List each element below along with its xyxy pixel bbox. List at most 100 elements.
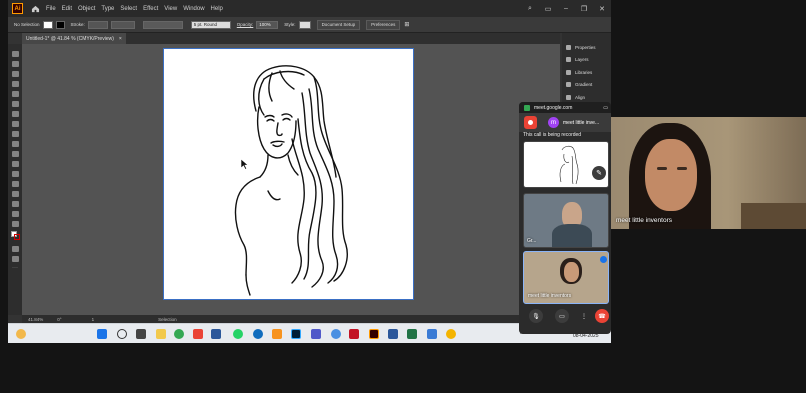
canvas-area[interactable] [22, 44, 560, 315]
panel-libraries[interactable]: Libraries [562, 66, 611, 79]
draw-mode-icon[interactable] [11, 246, 19, 252]
meeting-name: meet little inve... [563, 119, 600, 126]
layers-icon [566, 57, 571, 63]
rotation-angle[interactable]: 0° [57, 317, 61, 322]
restore-icon[interactable]: ❐ [575, 0, 593, 17]
shape-builder-tool-icon[interactable] [11, 171, 19, 177]
app-icon-2[interactable] [331, 329, 341, 339]
start-icon[interactable] [97, 329, 107, 339]
selection-tool-icon[interactable] [11, 51, 19, 57]
direct-selection-tool-icon[interactable] [11, 61, 19, 67]
align-icon[interactable]: ⊞ [404, 21, 409, 28]
zoom-tool-icon[interactable] [11, 221, 19, 227]
file-explorer-icon[interactable] [156, 329, 166, 339]
vlc-icon[interactable] [272, 329, 282, 339]
panel-properties[interactable]: Properties [562, 41, 611, 54]
end-call-icon[interactable]: ☎ [595, 309, 609, 323]
chrome-profile-icon[interactable] [446, 329, 456, 339]
menu-bar: Ai File Edit Object Type Select Effect V… [8, 0, 611, 17]
menu-effect[interactable]: Effect [143, 6, 158, 12]
menu-help[interactable]: Help [211, 6, 223, 12]
weather-icon[interactable] [16, 329, 26, 339]
eyedropper-tool-icon[interactable] [11, 161, 19, 167]
word-icon-2[interactable] [388, 329, 398, 339]
fill-swatch[interactable] [42, 20, 53, 29]
type-tool-icon[interactable] [11, 111, 19, 117]
tools-panel: ··· [8, 44, 22, 315]
more-vert-icon[interactable]: ⋮ [577, 309, 591, 323]
artboard-tool-icon[interactable] [11, 201, 19, 207]
document-tab-bar: Untitled-1* @ 41.84 % (CMYK/Preview) × [22, 33, 560, 44]
app-icon-1[interactable] [193, 329, 203, 339]
close-icon[interactable]: ✕ [593, 0, 611, 17]
task-view-icon[interactable] [136, 329, 146, 339]
curvature-tool-icon[interactable] [11, 81, 19, 87]
stroke-weight-input[interactable] [87, 20, 108, 29]
search-icon[interactable] [117, 329, 127, 339]
stroke-swatch[interactable] [55, 20, 65, 29]
excel-icon[interactable] [407, 329, 417, 339]
menu-select[interactable]: Select [120, 6, 137, 12]
rotate-tool-icon[interactable] [11, 121, 19, 127]
participant-body [552, 224, 592, 247]
edge-icon[interactable] [253, 329, 263, 339]
brush-select[interactable]: 5 pt. Round [190, 20, 231, 29]
arrange-icon[interactable]: ▭ [539, 0, 557, 17]
menu-file[interactable]: File [46, 6, 56, 12]
artboard[interactable] [163, 48, 414, 300]
panel-layers[interactable]: Layers [562, 54, 611, 67]
document-tab[interactable]: Untitled-1* @ 41.84 % (CMYK/Preview) × [22, 33, 126, 44]
illustrator-taskbar-icon[interactable] [369, 329, 379, 339]
menu-type[interactable]: Type [101, 6, 114, 12]
panel-gradient[interactable]: Gradient [562, 79, 611, 92]
eraser-tool-icon[interactable] [11, 131, 19, 137]
camera-icon[interactable]: ▭ [555, 309, 569, 323]
app-icon-4[interactable] [427, 329, 437, 339]
record-icon[interactable] [524, 116, 537, 129]
home-icon[interactable] [31, 5, 40, 13]
libraries-icon [566, 69, 571, 75]
artboard-number[interactable]: 1 [92, 317, 95, 322]
more-tools-icon[interactable]: ··· [12, 265, 19, 272]
annotate-pen-icon[interactable]: ✎ [592, 166, 606, 180]
hand-tool-icon[interactable] [11, 211, 19, 217]
more-options-icon[interactable] [600, 256, 607, 263]
menu-view[interactable]: View [164, 6, 177, 12]
screen-mode-icon[interactable] [11, 256, 19, 262]
paintbrush-tool-icon[interactable] [11, 101, 19, 107]
opacity-input[interactable]: 100% [256, 20, 279, 29]
app-icon-3[interactable] [349, 329, 359, 339]
style-swatch[interactable] [298, 20, 311, 29]
tab-close-icon[interactable]: × [119, 36, 122, 42]
rectangle-tool-icon[interactable] [11, 91, 19, 97]
opacity-label[interactable]: Opacity: [237, 22, 254, 27]
chrome-icon[interactable] [174, 329, 184, 339]
recording-notice: This call is being recorded [523, 132, 607, 141]
minimize-icon[interactable]: – [557, 0, 575, 17]
gradient-tool-icon[interactable] [11, 181, 19, 187]
participant-tile[interactable]: Gr... [523, 193, 609, 248]
scale-tool-icon[interactable] [11, 141, 19, 147]
menu-edit[interactable]: Edit [62, 6, 72, 12]
popout-icon[interactable]: ▭ [603, 105, 608, 111]
fill-stroke-icon[interactable] [10, 231, 20, 240]
self-view-tile[interactable]: meet little inventors [523, 251, 609, 304]
search-icon[interactable]: ⌕ [521, 0, 539, 17]
width-tool-icon[interactable] [11, 151, 19, 157]
teams-icon[interactable] [311, 329, 321, 339]
word-icon[interactable] [211, 329, 221, 339]
photoshop-icon[interactable] [291, 329, 301, 339]
blend-tool-icon[interactable] [11, 191, 19, 197]
mic-icon[interactable]: 🎙 [529, 309, 543, 323]
document-setup-button[interactable]: Document Setup [316, 19, 361, 30]
brush-definition-select[interactable] [142, 20, 183, 29]
zoom-level[interactable]: 41.84% [28, 317, 43, 322]
variable-width-select[interactable] [110, 20, 135, 29]
menu-window[interactable]: Window [183, 6, 204, 12]
whatsapp-icon[interactable] [233, 329, 243, 339]
preferences-button[interactable]: Preferences [366, 19, 401, 30]
menu-object[interactable]: Object [78, 6, 95, 12]
pen-tool-icon[interactable] [11, 71, 19, 77]
status-bar: 41.84% 0° 1 Selection [22, 315, 560, 323]
presentation-tile[interactable]: ✎ [523, 141, 609, 188]
